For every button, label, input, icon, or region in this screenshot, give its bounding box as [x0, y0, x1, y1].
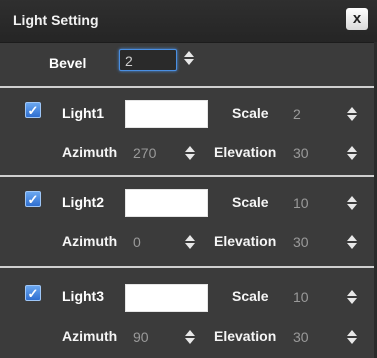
- bevel-label: Bevel: [49, 55, 87, 71]
- light3-azimuth-stepper-icon[interactable]: [184, 329, 196, 345]
- light3-scale-label: Scale: [232, 288, 269, 304]
- light-setting-panel: Light Setting x Bevel 2 ✓ Light1 Scale 2…: [0, 0, 377, 358]
- light2-label: Light2: [62, 194, 104, 210]
- light1-azimuth-label: Azimuth: [62, 144, 118, 160]
- checkmark-icon: ✓: [27, 286, 39, 301]
- light3-azimuth-label: Azimuth: [62, 328, 118, 344]
- light2-azimuth-input[interactable]: 0: [133, 234, 141, 250]
- light3-scale-stepper-icon[interactable]: [346, 289, 358, 305]
- light2-checkbox[interactable]: ✓: [25, 191, 41, 207]
- light2-azimuth-label: Azimuth: [62, 233, 118, 249]
- light3-elevation-stepper-icon[interactable]: [346, 329, 358, 345]
- light2-elevation-label: Elevation: [214, 233, 277, 249]
- light2-section: ✓ Light2 Scale 10 Azimuth 0 Elevation 30: [0, 177, 377, 264]
- light1-scale-stepper-icon[interactable]: [346, 106, 358, 122]
- checkmark-icon: ✓: [27, 103, 39, 118]
- light1-elevation-input[interactable]: 30: [293, 145, 309, 161]
- light1-scale-input[interactable]: 2: [293, 106, 301, 122]
- light3-elevation-label: Elevation: [214, 328, 277, 344]
- close-icon: x: [352, 10, 362, 27]
- light2-elevation-input[interactable]: 30: [293, 234, 309, 250]
- light1-azimuth-stepper-icon[interactable]: [184, 145, 196, 161]
- light2-azimuth-stepper-icon[interactable]: [184, 234, 196, 250]
- panel-title: Light Setting: [13, 12, 99, 28]
- title-bar: Light Setting x: [0, 0, 377, 43]
- light1-elevation-label: Elevation: [214, 144, 277, 160]
- light2-scale-input[interactable]: 10: [293, 195, 309, 211]
- light2-scale-label: Scale: [232, 194, 269, 210]
- light3-color-swatch[interactable]: [125, 284, 208, 312]
- light1-label: Light1: [62, 105, 104, 121]
- light3-section: ✓ Light3 Scale 10 Azimuth 90 Elevation 3…: [0, 268, 377, 355]
- light2-scale-stepper-icon[interactable]: [346, 195, 358, 211]
- light3-elevation-input[interactable]: 30: [293, 329, 309, 345]
- light1-section: ✓ Light1 Scale 2 Azimuth 270 Elevation 3…: [0, 88, 377, 175]
- light1-checkbox[interactable]: ✓: [25, 102, 41, 118]
- light3-azimuth-input[interactable]: 90: [133, 329, 149, 345]
- light2-elevation-stepper-icon[interactable]: [346, 234, 358, 250]
- light1-scale-label: Scale: [232, 105, 269, 121]
- light2-color-swatch[interactable]: [125, 189, 208, 217]
- close-button[interactable]: x: [346, 8, 368, 30]
- bevel-stepper-icon[interactable]: [183, 50, 195, 66]
- light1-azimuth-input[interactable]: 270: [133, 145, 156, 161]
- light3-label: Light3: [62, 288, 104, 304]
- checkmark-icon: ✓: [27, 192, 39, 207]
- bevel-input[interactable]: 2: [119, 49, 177, 71]
- light3-checkbox[interactable]: ✓: [25, 285, 41, 301]
- light3-scale-input[interactable]: 10: [293, 289, 309, 305]
- light1-color-swatch[interactable]: [125, 100, 208, 128]
- light1-elevation-stepper-icon[interactable]: [346, 145, 358, 161]
